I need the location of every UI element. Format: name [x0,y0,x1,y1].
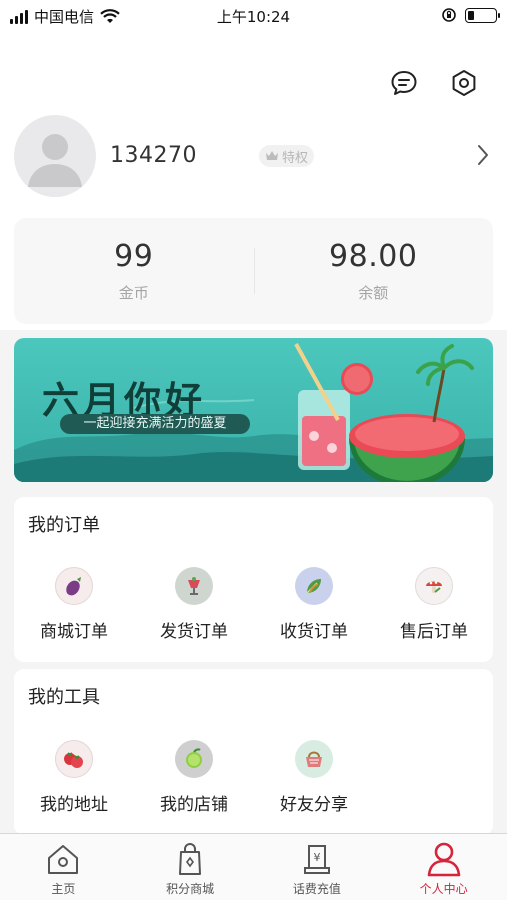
balance-stat[interactable]: 98.00 余额 [254,218,494,324]
friend-share-label: 好友分享 [280,795,348,815]
svg-text:¥: ¥ [313,851,320,864]
privilege-badge[interactable]: 特权 [259,145,315,167]
person-icon [427,842,460,877]
shipping-orders-label: 发货订单 [160,622,228,642]
header-actions [389,68,479,98]
default-avatar-icon [28,134,82,187]
tab-personal-center-label: 个人中心 [419,882,468,896]
chevron-right-icon[interactable] [476,143,490,167]
battery-icon [465,7,500,23]
orders-title: 我的订单 [28,515,100,536]
shopping-bag-icon [179,843,202,875]
my-shop-label: 我的店铺 [160,795,228,815]
home-icon [48,845,79,874]
balance-label: 余额 [358,284,389,302]
orientation-lock-icon [442,8,456,22]
coins-value: 99 [114,239,154,274]
mall-orders-label: 商城订单 [40,622,108,642]
orders-card: 我的订单 商城订单 发货订单 收货订单 售后订单 [14,497,493,662]
after-sales-orders-label: 售后订单 [400,622,468,642]
lime-icon [175,740,213,778]
coins-stat[interactable]: 99 金币 [14,218,254,324]
after-sales-orders-item[interactable]: 售后订单 [384,567,484,642]
friend-share-item[interactable]: 好友分享 [264,740,364,815]
basket-icon [295,740,333,778]
message-icon[interactable] [389,68,419,98]
settings-icon[interactable] [449,68,479,98]
banner-subtitle: 一起迎接充满活力的盛夏 [60,414,250,434]
received-orders-label: 收货订单 [280,622,348,642]
wallet-stats: 99 金币 98.00 余额 [14,218,493,324]
my-shop-item[interactable]: 我的店铺 [144,740,244,815]
avatar[interactable] [14,115,96,197]
privilege-label: 特权 [282,150,309,166]
coins-label: 金币 [118,284,149,302]
eggplant-icon [55,567,93,605]
username: 134270 [110,143,197,168]
bottom-tab-bar: 主页 积分商城 ¥ 话费充值 个人中心 [0,833,507,900]
clock: 上午10:24 [216,8,291,26]
tomato-icon [55,740,93,778]
mushroom-icon [415,567,453,605]
mall-orders-item[interactable]: 商城订单 [24,567,124,642]
tab-home-label: 主页 [51,882,76,896]
cup-icon [175,567,213,605]
received-orders-item[interactable]: 收货订单 [264,567,364,642]
leaf-icon [295,567,333,605]
profile-row[interactable]: 134270 特权 [14,115,494,197]
crown-icon [266,151,278,160]
tab-personal-center[interactable]: 个人中心 [380,834,507,900]
tab-points-mall-label: 积分商城 [166,882,215,896]
tab-points-mall[interactable]: 积分商城 [127,834,254,900]
status-right [441,7,500,23]
tools-title: 我的工具 [28,687,100,708]
my-address-label: 我的地址 [40,795,108,815]
status-bar: 中国电信 上午10:24 [0,0,507,30]
tab-phone-recharge-label: 话费充值 [292,882,341,896]
promo-banner[interactable]: 六月你好 一起迎接充满活力的盛夏 [14,338,493,482]
tab-phone-recharge[interactable]: ¥ 话费充值 [254,834,381,900]
shipping-orders-item[interactable]: 发货订单 [144,567,244,642]
my-address-item[interactable]: 我的地址 [24,740,124,815]
tools-card: 我的工具 我的地址 我的店铺 好友分享 [14,669,493,835]
phone-bill-icon: ¥ [303,845,330,874]
tab-home[interactable]: 主页 [0,834,127,900]
balance-value: 98.00 [329,239,418,274]
